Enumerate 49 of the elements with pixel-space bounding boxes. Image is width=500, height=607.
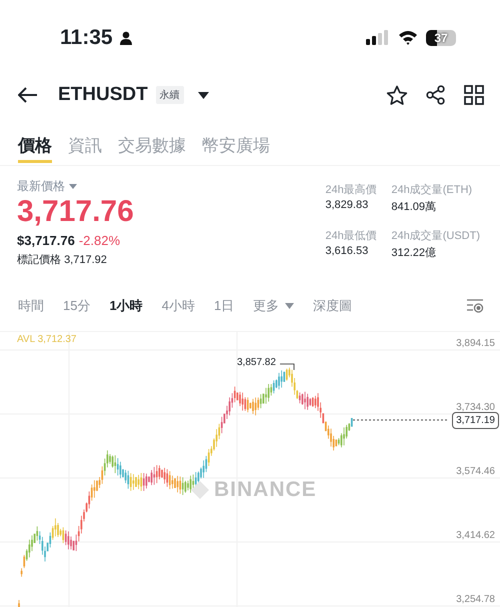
caret-icon[interactable] [198, 92, 209, 98]
high-price-label: 3,857.82 [237, 357, 276, 368]
price-label: 3,734.30 [456, 402, 495, 413]
leader-line [280, 364, 294, 370]
interval-tab[interactable]: 時間 [18, 297, 44, 315]
price-change: -2.82% [78, 233, 120, 248]
interval-tab[interactable]: 1日 [214, 297, 234, 315]
contract-tag: 永續 [156, 86, 184, 104]
grid-icon[interactable] [464, 85, 484, 105]
signal-icon [366, 30, 390, 46]
symbol-title: ETHUSDT [58, 84, 148, 106]
price-label: 3,574.46 [456, 466, 495, 477]
tab[interactable]: 價格 [18, 124, 52, 162]
stat-label: 24h成交量(USDT) [391, 228, 480, 242]
avl-label: AVL 3,712.37 [17, 334, 76, 345]
back-icon[interactable] [18, 87, 38, 103]
current-price-tag: 3,717.19 [452, 412, 499, 429]
mark-price-label: 標記價格 [17, 254, 61, 266]
price-label: 3,894.15 [456, 338, 495, 349]
last-price: 3,717.76 [17, 195, 134, 229]
status-time: 11:35 [60, 26, 113, 50]
tab[interactable]: 交易數據 [118, 124, 186, 162]
tab[interactable]: 資訊 [68, 124, 102, 162]
price-caption: 最新價格 [17, 178, 65, 195]
price-label: 3,414.62 [456, 530, 495, 541]
wifi-icon [398, 30, 418, 45]
interval-tab[interactable]: 1小時 [109, 297, 143, 315]
interval-tab[interactable]: 4小時 [162, 297, 195, 315]
usd-price: $3,717.76 [17, 233, 75, 248]
stat-value: 3,616.53 [325, 244, 370, 256]
interval-tab[interactable]: 深度圖 [313, 297, 352, 315]
tab[interactable]: 幣安廣場 [202, 124, 270, 162]
caret-icon [285, 303, 294, 309]
star-icon[interactable] [386, 84, 408, 106]
mark-price-value: 3,717.92 [64, 254, 107, 266]
stat-label: 24h最高價 [325, 182, 378, 197]
chart-settings-icon[interactable] [466, 299, 484, 313]
stat-value: 841.09萬 [391, 200, 438, 214]
price-label: 3,254.78 [456, 594, 495, 605]
share-icon[interactable] [426, 85, 446, 105]
stat-label: 24h成交量(ETH) [391, 182, 474, 197]
stat-value: 312.22億 [391, 246, 438, 260]
logo-icon [190, 480, 210, 500]
stat-value: 3,829.83 [325, 199, 370, 211]
stat-label: 24h最低價 [325, 228, 378, 242]
interval-tab[interactable]: 15分 [63, 297, 90, 315]
watermark: BINANCE [214, 478, 317, 502]
person-icon [118, 30, 133, 44]
interval-tab[interactable]: 更多 [253, 297, 294, 315]
